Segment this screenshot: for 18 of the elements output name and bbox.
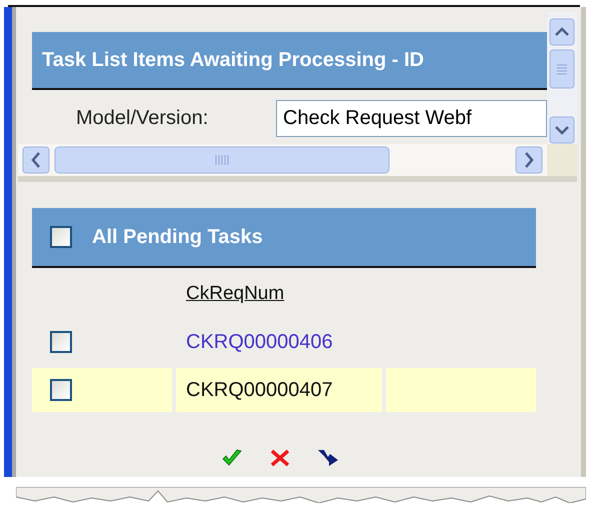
scroll-thumb-icon[interactable] — [54, 146, 390, 174]
panel-title: Task List Items Awaiting Processing - ID — [41, 48, 424, 72]
scroll-left-icon[interactable] — [22, 146, 50, 174]
horizontal-scrollbar[interactable] — [18, 144, 547, 176]
panel-title: All Pending Tasks — [91, 226, 263, 248]
scroll-thumb-icon[interactable] — [549, 49, 575, 89]
scroll-up-icon[interactable] — [549, 18, 575, 46]
scroll-right-icon[interactable] — [515, 146, 543, 174]
column-header[interactable]: CkReqNum — [186, 283, 284, 305]
model-label: Model/Version: — [76, 107, 210, 130]
row-checkbox[interactable] — [50, 331, 72, 353]
scroll-down-icon[interactable] — [549, 116, 575, 144]
row-checkbox[interactable] — [50, 379, 72, 401]
request-number-link[interactable]: CKRQ00000406 — [186, 330, 333, 354]
model-field[interactable]: Check Request Webf — [276, 100, 547, 137]
select-all-checkbox[interactable] — [50, 226, 72, 248]
scrollbar-corner — [547, 144, 577, 176]
vertical-scrollbar[interactable] — [547, 12, 577, 144]
